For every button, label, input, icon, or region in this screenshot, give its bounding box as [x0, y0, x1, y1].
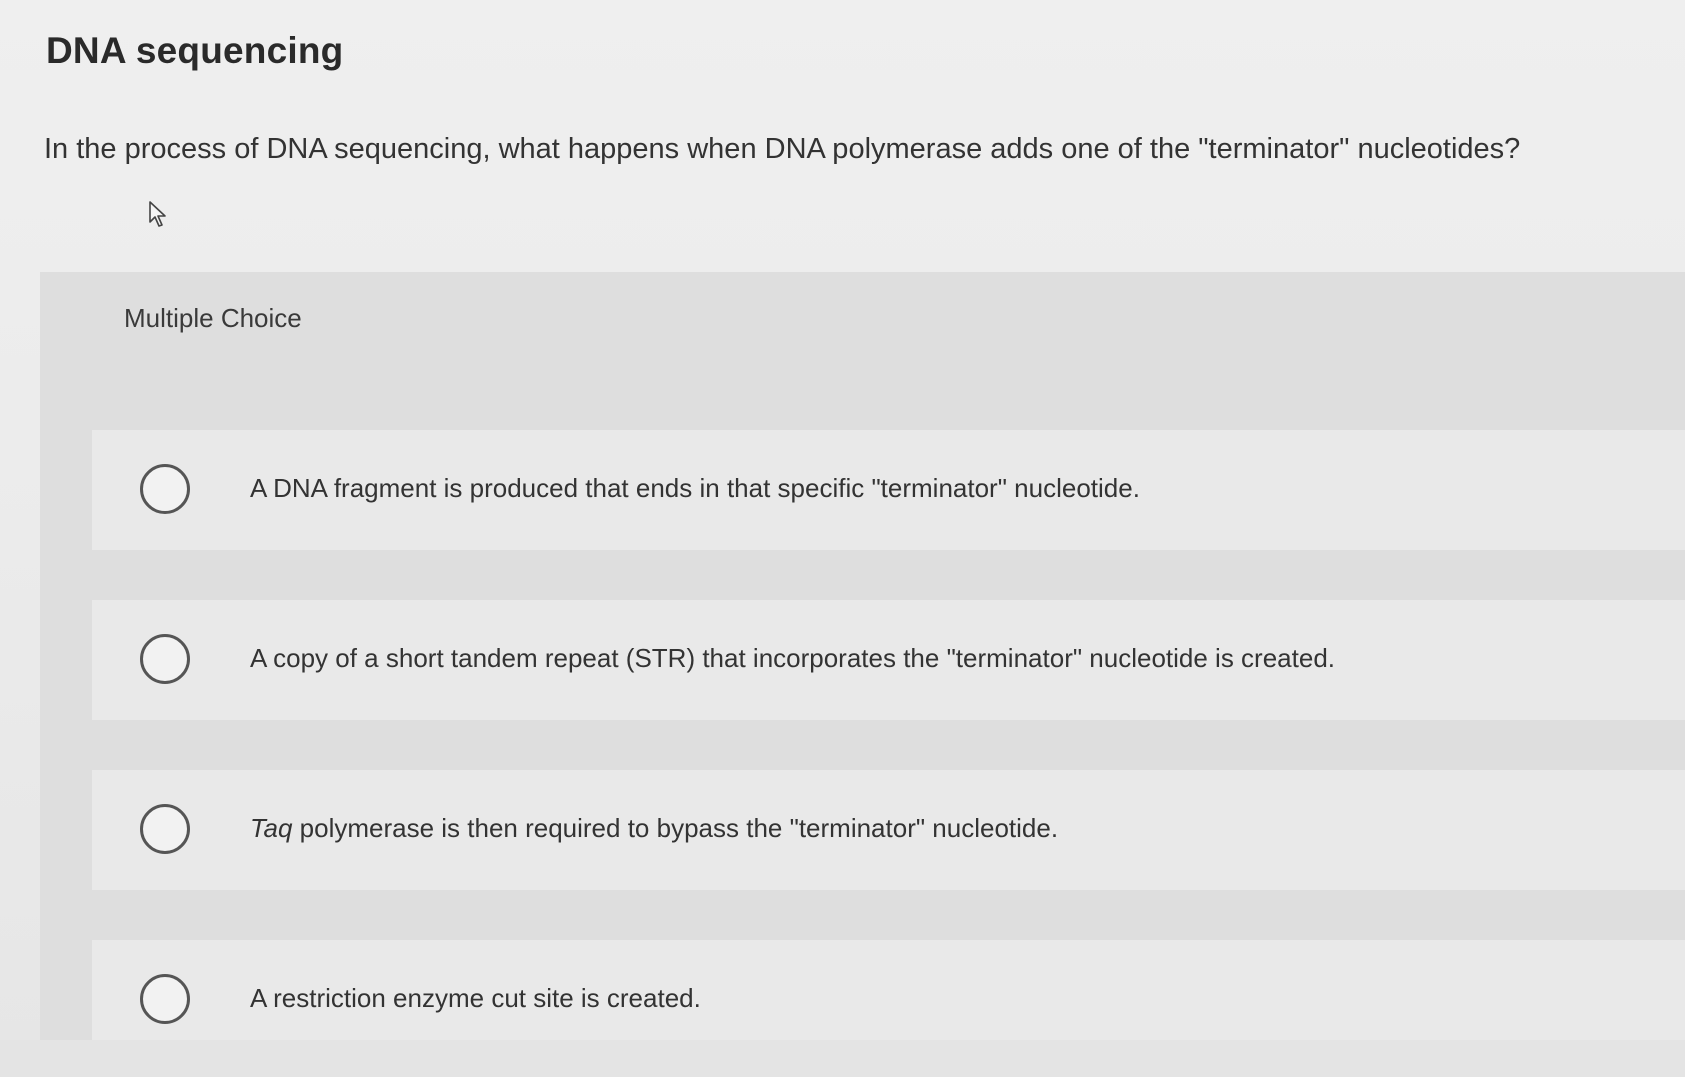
answer-option-2[interactable]: A copy of a short tandem repeat (STR) th…	[92, 600, 1685, 720]
answer-option-1[interactable]: A DNA fragment is produced that ends in …	[92, 430, 1685, 550]
answer-option-text: Taq polymerase is then required to bypas…	[250, 813, 1058, 844]
answer-option-label: A copy of a short tandem repeat (STR) th…	[250, 643, 1336, 673]
radio-unselected-icon[interactable]	[140, 974, 190, 1024]
answer-option-label: A restriction enzyme cut site is created…	[250, 983, 701, 1013]
answer-option-label: A DNA fragment is produced that ends in …	[250, 473, 1140, 503]
answer-option-text: A DNA fragment is produced that ends in …	[250, 473, 1140, 504]
question-prompt: In the process of DNA sequencing, what h…	[44, 133, 1521, 165]
answer-option-text: A restriction enzyme cut site is created…	[250, 983, 701, 1014]
answer-option-label: polymerase is then required to bypass th…	[292, 813, 1059, 843]
answer-option-3[interactable]: Taq polymerase is then required to bypas…	[92, 770, 1685, 890]
mouse-pointer-icon	[149, 201, 166, 227]
multiple-choice-label: Multiple Choice	[124, 303, 302, 333]
answer-option-italic: Taq	[250, 813, 293, 843]
question-page: DNA sequencing In the process of DNA seq…	[0, 0, 1685, 1077]
radio-unselected-icon[interactable]	[140, 634, 190, 684]
radio-unselected-icon[interactable]	[140, 804, 190, 854]
answer-option-text: A copy of a short tandem repeat (STR) th…	[250, 643, 1335, 674]
page-bottom-strip	[0, 1040, 1685, 1077]
radio-unselected-icon[interactable]	[140, 464, 190, 514]
page-title: DNA sequencing	[46, 30, 344, 71]
